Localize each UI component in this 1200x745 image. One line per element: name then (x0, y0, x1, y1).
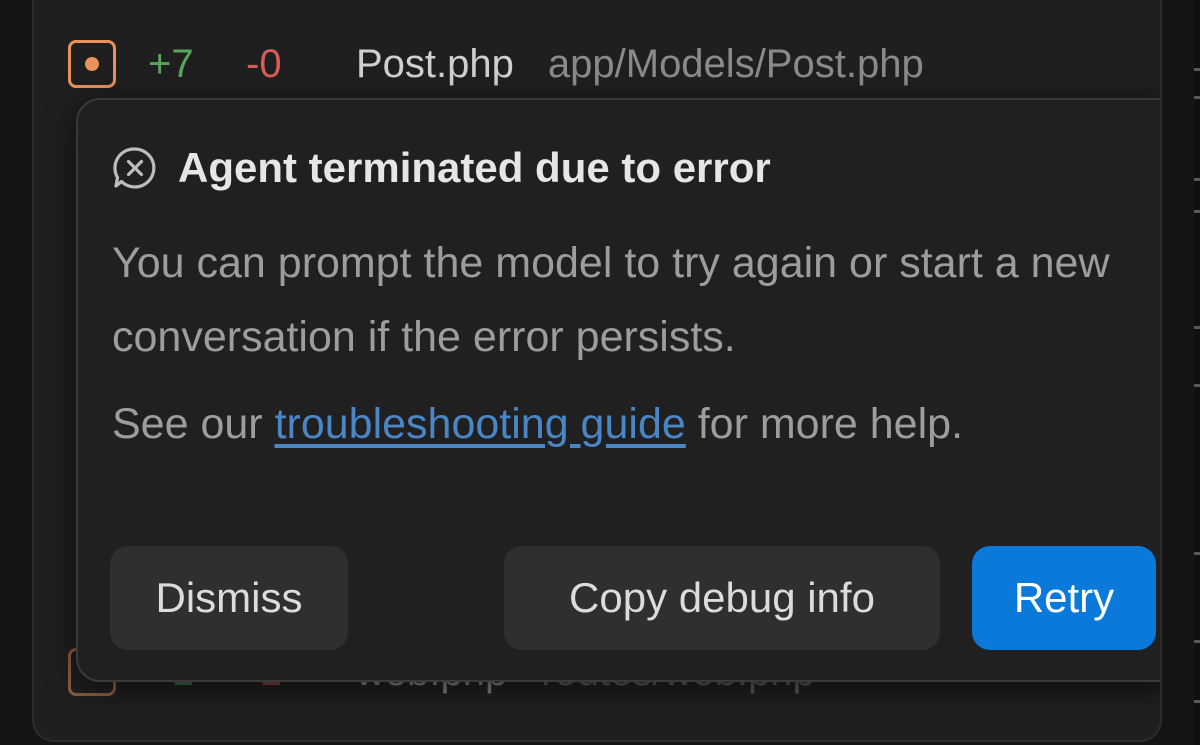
error-message: You can prompt the model to try again or… (112, 239, 1110, 361)
modified-file-icon (68, 40, 116, 88)
help-suffix: for more help. (685, 400, 964, 448)
file-name: Post.php (356, 41, 514, 86)
changed-file-row[interactable]: +7 -0 Post.php app/Models/Post.php (68, 34, 924, 94)
deletions-count: -0 (246, 41, 282, 86)
changed-files-panel: +7 -0 Post.php app/Models/Post.php +1 -1… (32, 0, 1162, 742)
help-text: See our troubleshooting guide for more h… (112, 400, 963, 449)
scrollbar[interactable] (1194, 0, 1200, 745)
file-path: app/Models/Post.php (547, 41, 924, 86)
dismiss-button[interactable]: Dismiss (110, 546, 348, 650)
error-title: Agent terminated due to error (178, 144, 771, 191)
help-prefix: See our (112, 400, 275, 448)
modified-dot (85, 57, 99, 71)
error-card: Agent terminated due to error You can pr… (76, 98, 1160, 682)
error-header: Agent terminated due to error (112, 144, 771, 192)
copy-debug-info-button[interactable]: Copy debug info (504, 546, 940, 650)
troubleshooting-guide-link[interactable]: troubleshooting guide (275, 400, 686, 448)
additions-count: +7 (148, 41, 194, 86)
retry-button[interactable]: Retry (972, 546, 1156, 650)
error-chat-icon (113, 147, 156, 189)
